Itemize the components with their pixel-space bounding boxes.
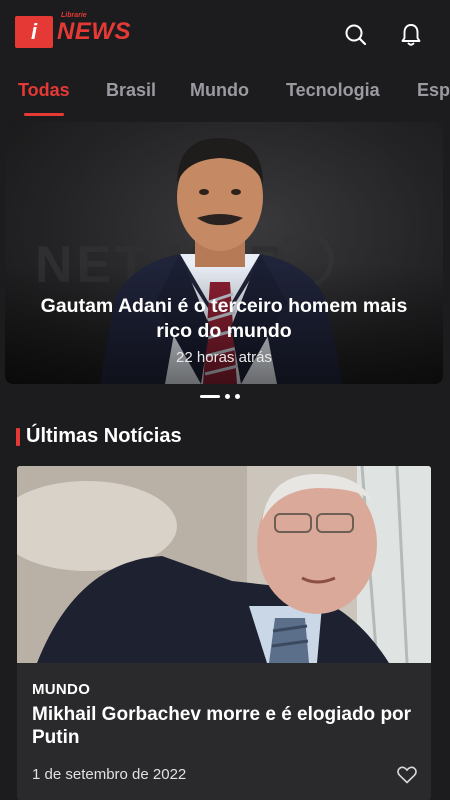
active-tab-indicator	[24, 113, 64, 116]
logo-wordmark: Librarie NEWS	[57, 12, 131, 46]
search-icon[interactable]	[343, 22, 369, 48]
carousel-pagination	[200, 393, 240, 399]
section-accent-bar	[16, 427, 20, 446]
bell-icon[interactable]	[398, 22, 424, 48]
category-tabs: Todas Brasil Mundo Tecnologia Esp	[0, 72, 450, 120]
tab-esportes[interactable]: Esp	[417, 80, 450, 101]
latest-news-heading: Últimas Notícias	[16, 425, 182, 448]
app-logo[interactable]: i Librarie NEWS	[15, 12, 131, 48]
heart-icon[interactable]	[397, 766, 417, 784]
logo-small-text: Librarie	[61, 12, 87, 19]
logo-mark: i	[15, 16, 53, 48]
carousel-dot-active[interactable]	[200, 394, 220, 398]
news-card-date: 1 de setembro de 2022	[32, 766, 187, 783]
logo-news-text: NEWS	[57, 18, 131, 45]
featured-news-time: 22 horas atrás	[176, 349, 272, 366]
logo-glyph: i	[30, 19, 38, 44]
news-card[interactable]: MUNDO Mikhail Gorbachev morre e é elogia…	[17, 466, 431, 800]
tab-mundo[interactable]: Mundo	[190, 80, 249, 101]
featured-carousel-slide[interactable]: NETWOR Gautam Adani é o terceiro homem m…	[5, 122, 443, 384]
news-card-category: MUNDO	[32, 681, 91, 698]
app-header: i Librarie NEWS	[0, 0, 450, 72]
news-card-title[interactable]: Mikhail Gorbachev morre e é elogiado por…	[32, 703, 422, 749]
tab-brasil[interactable]: Brasil	[106, 80, 156, 101]
section-title: Últimas Notícias	[26, 425, 182, 447]
tab-tecnologia[interactable]: Tecnologia	[286, 80, 380, 101]
news-card-image	[17, 466, 431, 663]
carousel-dot[interactable]	[225, 393, 230, 399]
carousel-dot[interactable]	[235, 393, 240, 399]
tab-todas[interactable]: Todas	[18, 80, 70, 101]
featured-news-title[interactable]: Gautam Adani é o terceiro homem mais ric…	[25, 294, 423, 344]
